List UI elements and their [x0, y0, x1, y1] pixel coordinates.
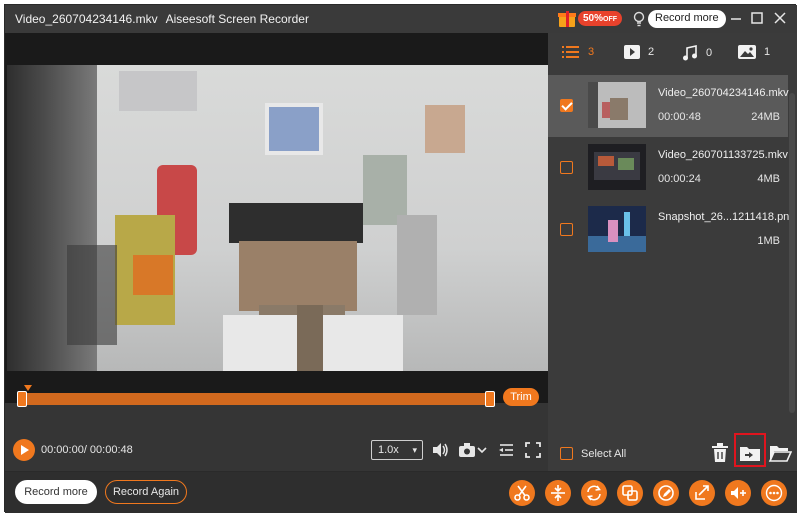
file-converter-button[interactable] [581, 480, 607, 506]
volume-icon[interactable] [430, 440, 450, 460]
media-metadata-editor-button[interactable] [653, 480, 679, 506]
promo-badge: 50%OFF [578, 10, 623, 26]
speed-select[interactable]: 1.0x ▾ [371, 440, 423, 460]
file-thumbnail [588, 82, 646, 128]
file-duration: 00:00:24 [658, 173, 701, 185]
minimize-icon[interactable] [729, 11, 743, 25]
tab-count: 1 [764, 46, 771, 58]
video-preview-area [5, 33, 548, 403]
speed-value: 1.0x [378, 444, 399, 456]
file-thumbnail [588, 144, 646, 190]
file-list-scrollbar[interactable] [789, 93, 795, 413]
music-icon [683, 45, 697, 61]
camera-icon[interactable] [457, 440, 477, 460]
file-checkbox[interactable] [560, 161, 573, 174]
select-all-label: Select All [581, 447, 627, 460]
trim-button[interactable]: Trim [503, 388, 539, 406]
tab-count: 3 [588, 46, 595, 58]
file-item[interactable]: Video_260704234146.mkv 00:00:48 24MB [548, 75, 789, 137]
image-icon [738, 45, 756, 59]
file-name: Video_260704234146.mkv [658, 87, 789, 99]
file-checkbox[interactable] [560, 99, 573, 112]
bottom-toolbar: Record more Record Again [5, 471, 797, 513]
split-icon [551, 485, 565, 501]
video-frame[interactable] [7, 65, 548, 371]
open-folder-icon[interactable] [768, 441, 792, 465]
edit-metadata-icon [658, 485, 674, 501]
recorded-file-list: Video_260704234146.mkv 00:00:48 24MB Vid… [548, 75, 795, 275]
timeline-track[interactable] [17, 385, 495, 407]
recording-history-panel: 3 2 0 1 Video_260704234146.mkv 00:00:48 … [548, 33, 797, 471]
tab-audio[interactable]: 0 [682, 45, 712, 61]
camera-options-chevron-icon[interactable] [476, 440, 488, 460]
record-more-top-button[interactable]: Record more [648, 10, 726, 28]
tab-count: 0 [706, 47, 713, 59]
scissors-icon [514, 485, 530, 501]
maximize-icon[interactable] [750, 11, 764, 25]
file-item[interactable]: Video_260701133725.mkv 00:00:24 4MB [548, 137, 788, 199]
tab-all-files[interactable]: 3 [562, 45, 594, 59]
playback-controls: 00:00:00/ 00:00:48 1.0x ▾ [5, 435, 548, 465]
promo-banner[interactable]: 50%OFF [558, 9, 623, 27]
playhead-marker[interactable] [24, 385, 32, 391]
file-item[interactable]: Snapshot_26...1211418.png 1MB [548, 199, 795, 261]
lightbulb-icon[interactable] [632, 11, 646, 27]
tab-images[interactable]: 1 [738, 45, 770, 59]
video-merger-button[interactable] [617, 480, 643, 506]
record-more-button[interactable]: Record more [15, 480, 97, 504]
compress-icon [695, 485, 709, 500]
advanced-trimmer-button[interactable] [509, 480, 535, 506]
select-all-toggle[interactable]: Select All [560, 447, 626, 460]
video-compressor-button[interactable] [689, 480, 715, 506]
file-size: 1MB [757, 235, 780, 247]
audio-editor-button[interactable] [725, 480, 751, 506]
more-icon [765, 484, 783, 502]
file-size: 4MB [757, 173, 780, 185]
file-name: Video_260701133725.mkv [658, 149, 788, 161]
play-button[interactable] [13, 439, 35, 461]
playlist-icon[interactable] [496, 440, 516, 460]
save-button-highlight [734, 433, 766, 467]
record-again-button[interactable]: Record Again [105, 480, 187, 504]
video-icon [624, 45, 640, 59]
app-window: Video_260704234146.mkv Aiseesoft Screen … [4, 4, 797, 513]
audio-adjust-icon [731, 487, 746, 499]
window-title-app: Aiseesoft Screen Recorder [165, 12, 309, 26]
window-title-file: Video_260704234146.mkv [15, 12, 158, 26]
merge-icon [622, 485, 638, 501]
file-thumbnail [588, 206, 646, 252]
trim-end-handle[interactable] [485, 391, 495, 407]
convert-icon [587, 485, 601, 501]
tab-count: 2 [648, 46, 655, 58]
time-display: 00:00:00/ 00:00:48 [41, 444, 133, 456]
file-checkbox[interactable] [560, 223, 573, 236]
media-filter-tabs: 3 2 0 1 [548, 33, 797, 73]
close-icon[interactable] [773, 11, 787, 25]
file-size: 24MB [751, 111, 780, 123]
select-all-checkbox[interactable] [560, 447, 573, 460]
file-name: Snapshot_26...1211418.png [658, 211, 796, 223]
more-tools-button[interactable] [761, 480, 787, 506]
list-icon [562, 46, 579, 58]
gift-icon [558, 9, 576, 27]
trim-start-handle[interactable] [17, 391, 27, 407]
chevron-down-icon: ▾ [412, 445, 417, 455]
tab-videos[interactable]: 2 [624, 45, 654, 59]
delete-icon[interactable] [708, 441, 732, 465]
file-duration: 00:00:48 [658, 111, 701, 123]
title-bar: Video_260704234146.mkv Aiseesoft Screen … [5, 5, 797, 33]
video-splitter-button[interactable] [545, 480, 571, 506]
fullscreen-icon[interactable] [523, 440, 543, 460]
